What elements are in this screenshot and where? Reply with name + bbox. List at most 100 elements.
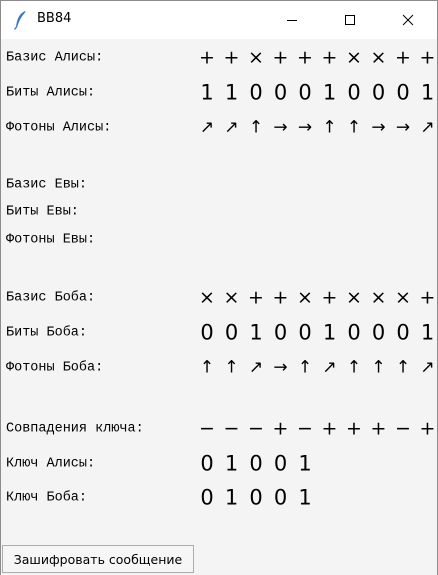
row-value: 0 [200, 320, 214, 345]
row-value: 0 [273, 80, 288, 105]
row-alice-photons: Фотоны Алисы: ↗ ↗ ↑ → → ↑ ↑ → → ↗ [1, 115, 437, 141]
row-value: 1 [322, 80, 337, 105]
row-value: → [273, 117, 288, 138]
row-alice-bits: Биты Алисы: 1100010001 [1, 80, 437, 106]
row-value: − [395, 417, 411, 440]
row-value: × [370, 286, 387, 309]
minimize-icon [287, 20, 297, 21]
row-value: + [395, 46, 411, 69]
row-value: + [272, 46, 289, 69]
row-value: ↗ [199, 117, 215, 138]
row-value: + [321, 286, 338, 309]
close-icon [402, 14, 414, 26]
row-value: − [223, 417, 240, 440]
row-value: × [297, 286, 313, 309]
row-value: 1 [322, 320, 337, 345]
row-value: ↑ [371, 357, 386, 378]
row-value: × [223, 286, 240, 309]
row-value: ↑ [395, 357, 411, 378]
row-label: Базис Алисы: [6, 50, 104, 66]
row-value: → [371, 117, 386, 138]
row-value: × [395, 286, 411, 309]
row-value: + [419, 46, 436, 69]
row-label: Фотоны Боба: [6, 360, 104, 376]
feather-icon [13, 10, 29, 30]
row-values: − − − + − + + + − + [196, 416, 437, 442]
row-value: → [395, 117, 411, 138]
row-eve-bits: Биты Евы: [1, 199, 437, 225]
row-value: ↑ [199, 357, 215, 378]
row-value: 0 [396, 80, 410, 105]
row-bob-key: Ключ Боба: 01001 [1, 485, 437, 511]
minimize-button[interactable] [269, 1, 315, 39]
row-value: − [248, 417, 264, 440]
row-values: ↑ ↑ ↗ → ↑ ↗ ↑ ↑ ↑ ↗ [196, 355, 437, 381]
row-alice-key: Ключ Алисы: 01001 [1, 451, 437, 477]
row-value: 1 [224, 80, 239, 105]
row-value: 0 [396, 320, 410, 345]
row-label: Биты Евы: [6, 204, 79, 220]
row-value: 0 [249, 451, 263, 476]
row-values [196, 172, 437, 198]
row-values: ↗ ↗ ↑ → → ↑ ↑ → → ↗ [196, 115, 437, 141]
row-value: 0 [371, 80, 386, 105]
row-value: 0 [273, 320, 288, 345]
row-value: + [272, 417, 289, 440]
row-label: Биты Боба: [6, 325, 88, 341]
row-value: ↗ [248, 357, 264, 378]
row-value: ↗ [420, 117, 435, 138]
maximize-icon [345, 15, 355, 25]
row-alice-basis: Базис Алисы: + + × + + + × × + + [1, 45, 437, 71]
close-button[interactable] [385, 1, 431, 39]
row-label: Фотоны Алисы: [6, 120, 112, 136]
row-value: + [370, 417, 387, 440]
row-value: − [199, 417, 215, 440]
row-key-match: Совпадения ключа: − − − + − + + + − + [1, 416, 437, 442]
row-value: + [321, 417, 338, 440]
row-value: × [248, 46, 264, 69]
row-value: + [419, 417, 436, 440]
window-title: BB84 [37, 11, 72, 26]
row-value: ↑ [248, 117, 264, 138]
row-label: Совпадения ключа: [6, 421, 144, 437]
row-value: 1 [298, 451, 312, 476]
row-value: − [297, 417, 313, 440]
row-eve-photons: Фотоны Евы: [1, 227, 437, 253]
row-value: + [419, 286, 436, 309]
row-values: 0010010001 [196, 320, 437, 346]
row-value: + [272, 286, 289, 309]
encrypt-message-button[interactable]: Зашифровать сообщение [2, 545, 194, 573]
row-value: + [297, 46, 313, 69]
row-bob-basis: Базис Боба: × × + + × + × × × + [1, 285, 437, 311]
row-label: Базис Боба: [6, 290, 96, 306]
row-value: ↗ [420, 357, 435, 378]
row-value: ↑ [224, 357, 239, 378]
row-value: 0 [200, 485, 214, 510]
row-value: 0 [347, 320, 361, 345]
row-value: 1 [200, 80, 214, 105]
row-value: 0 [200, 451, 214, 476]
row-value: ↑ [346, 117, 362, 138]
row-value: ↑ [346, 357, 362, 378]
bb84-window: BB84 Базис Алисы: + + × + + + × × + + Биты Алисы:… [0, 0, 438, 575]
row-label: Базис Евы: [6, 177, 88, 193]
row-label: Ключ Алисы: [6, 456, 96, 472]
row-value: 0 [273, 485, 288, 510]
row-value: 0 [273, 451, 288, 476]
row-label: Фотоны Евы: [6, 232, 96, 248]
row-value: 1 [224, 485, 239, 510]
row-label: Биты Алисы: [6, 85, 96, 101]
title-bar[interactable]: BB84 [1, 1, 437, 39]
row-value: × [346, 46, 362, 69]
row-value: ↗ [322, 357, 337, 378]
row-value: + [223, 46, 240, 69]
row-value: → [273, 357, 288, 378]
row-values: + + × + + + × × + + [196, 45, 437, 71]
row-value: ↗ [224, 117, 239, 138]
row-value: → [297, 117, 313, 138]
row-eve-basis: Базис Евы: [1, 172, 437, 198]
maximize-button[interactable] [327, 1, 373, 39]
row-value: 1 [298, 485, 312, 510]
row-value: × [346, 286, 362, 309]
row-value: 1 [249, 320, 263, 345]
